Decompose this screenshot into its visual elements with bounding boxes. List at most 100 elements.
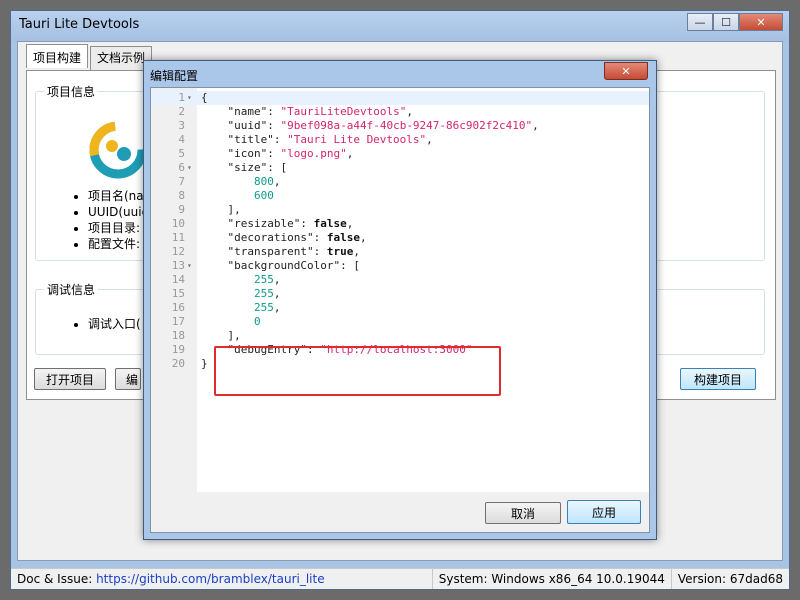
code-token: "resizable": [201,217,314,230]
code-line[interactable]: 16 255, [151,301,649,315]
code-text: "decorations": false, [201,231,367,245]
line-number: 19 [171,343,185,356]
code-token: , [426,133,433,146]
line-number: 17 [171,315,185,328]
code-line[interactable]: 18 ], [151,329,649,343]
code-line[interactable]: 3 "uuid": "9bef098a-a44f-40cb-9247-86c90… [151,119,649,133]
code-token: "decorations": [201,231,327,244]
debug-info-list: 调试入口( [72,316,141,332]
code-line[interactable]: 7 800, [151,175,649,189]
line-number: 2 [178,105,185,118]
line-number: 12 [171,245,185,258]
main-title-bar[interactable]: Tauri Lite Devtools — ☐ ✕ [11,11,789,41]
code-text: 600 [201,189,274,203]
line-number: 11 [171,231,185,244]
code-line[interactable]: 9 ], [151,203,649,217]
code-text: 0 [201,315,261,329]
tab-project-build[interactable]: 项目构建 [26,44,89,68]
code-token: , [273,287,281,300]
code-line[interactable]: 12 "transparent": true, [151,245,649,259]
code-token: "icon": [201,147,281,160]
code-text: 255, [201,273,281,287]
line-number: 9 [178,203,185,216]
dialog-close-button[interactable]: ✕ [604,62,648,80]
line-number: 16 [171,301,185,314]
code-token: 800 [253,175,274,188]
fold-toggle-icon[interactable]: ▾ [187,161,197,175]
status-doc: Doc & Issue: https://github.com/bramblex… [11,569,433,589]
edit-config-button[interactable]: 编 [115,368,141,390]
apply-button[interactable]: 应用 [567,500,641,524]
code-editor[interactable]: 1 ▾{2 "name": "TauriLiteDevtools", 3 "uuid… [151,88,649,492]
fold-toggle-icon[interactable]: ▾ [187,91,197,105]
code-text: 255, [201,287,281,301]
code-line[interactable]: 1 ▾ { [151,91,649,105]
cancel-button[interactable]: 取消 [485,502,561,524]
code-token: , [346,147,354,160]
debug-info-title: 调试信息 [44,281,99,298]
line-number: 5 [178,147,185,160]
dialog-client: 1 ▾{2 "name": "TauriLiteDevtools", 3 "uuid… [150,87,650,533]
line-number: 10 [171,217,185,230]
code-line[interactable]: 5 "icon": "logo.png", [151,147,649,161]
code-line[interactable]: 6 ▾ "size": [ [151,161,649,175]
maximize-button[interactable]: ☐ [713,13,739,31]
code-line[interactable]: 2 "name": "TauriLiteDevtools", [151,105,649,119]
code-line[interactable]: 13 ▾ "backgroundColor": [ [151,259,649,273]
app-logo [89,121,147,179]
code-line[interactable]: 8 600 [151,189,649,203]
code-token: ], [201,329,241,342]
code-token: } [201,357,208,370]
line-number: 14 [171,273,185,286]
line-number: 20 [171,357,185,370]
line-number: 3 [178,119,185,132]
code-text: "name": "TauriLiteDevtools", [201,105,412,119]
code-text: "title": "Tauri Lite Devtools", [201,133,433,147]
code-token: { [201,91,208,104]
close-button[interactable]: ✕ [739,13,783,31]
code-line[interactable]: 4 "title": "Tauri Lite Devtools", [151,133,649,147]
code-token: , [532,119,539,132]
code-text: "size": [ [201,161,287,175]
code-line[interactable]: 17 0 [151,315,649,329]
code-line[interactable]: 15 255, [151,287,649,301]
code-line[interactable]: 14 255, [151,273,649,287]
code-token: "title": [201,133,288,146]
project-info-list: 项目名(na UUID(uuid 项目目录: 配置文件: [72,188,149,252]
code-text: 255, [201,301,281,315]
code-token: "size": [ [201,161,288,174]
code-text: ], [201,203,240,217]
edit-config-dialog: 编辑配置 ✕ 1 ▾{2 "name": "TauriLiteDevtools",… [143,60,657,540]
info-item-dir: 项目目录: [88,220,149,236]
code-token: , [346,217,354,230]
code-token: 255 [253,301,274,314]
project-info-title: 项目信息 [44,83,99,100]
open-project-button[interactable]: 打开项目 [34,368,106,390]
code-text: } [201,357,208,371]
status-version: Version: 67dad68 [677,572,783,586]
code-line[interactable]: 10 "resizable": false, [151,217,649,231]
code-text: "icon": "logo.png", [201,147,353,161]
code-token: "backgroundColor": [ [201,259,360,272]
code-token: "Tauri Lite Devtools" [287,133,427,146]
code-token: 0 [253,315,261,328]
code-token: false [313,217,347,230]
code-token: , [273,273,281,286]
build-project-button[interactable]: 构建项目 [680,368,756,390]
code-token: , [359,231,367,244]
code-token: false [326,231,360,244]
fold-toggle-icon[interactable]: ▾ [187,259,197,273]
status-system: System: Windows x86_64 10.0.19044 [433,569,672,589]
doc-link[interactable]: https://github.com/bramblex/tauri_lite [96,572,325,586]
code-line[interactable]: 11 "decorations": false, [151,231,649,245]
minimize-button[interactable]: — [687,13,713,31]
code-text: "backgroundColor": [ [201,259,360,273]
code-token: true [326,245,354,258]
info-item-uuid: UUID(uuid [88,204,149,220]
code-token: , [353,245,360,258]
